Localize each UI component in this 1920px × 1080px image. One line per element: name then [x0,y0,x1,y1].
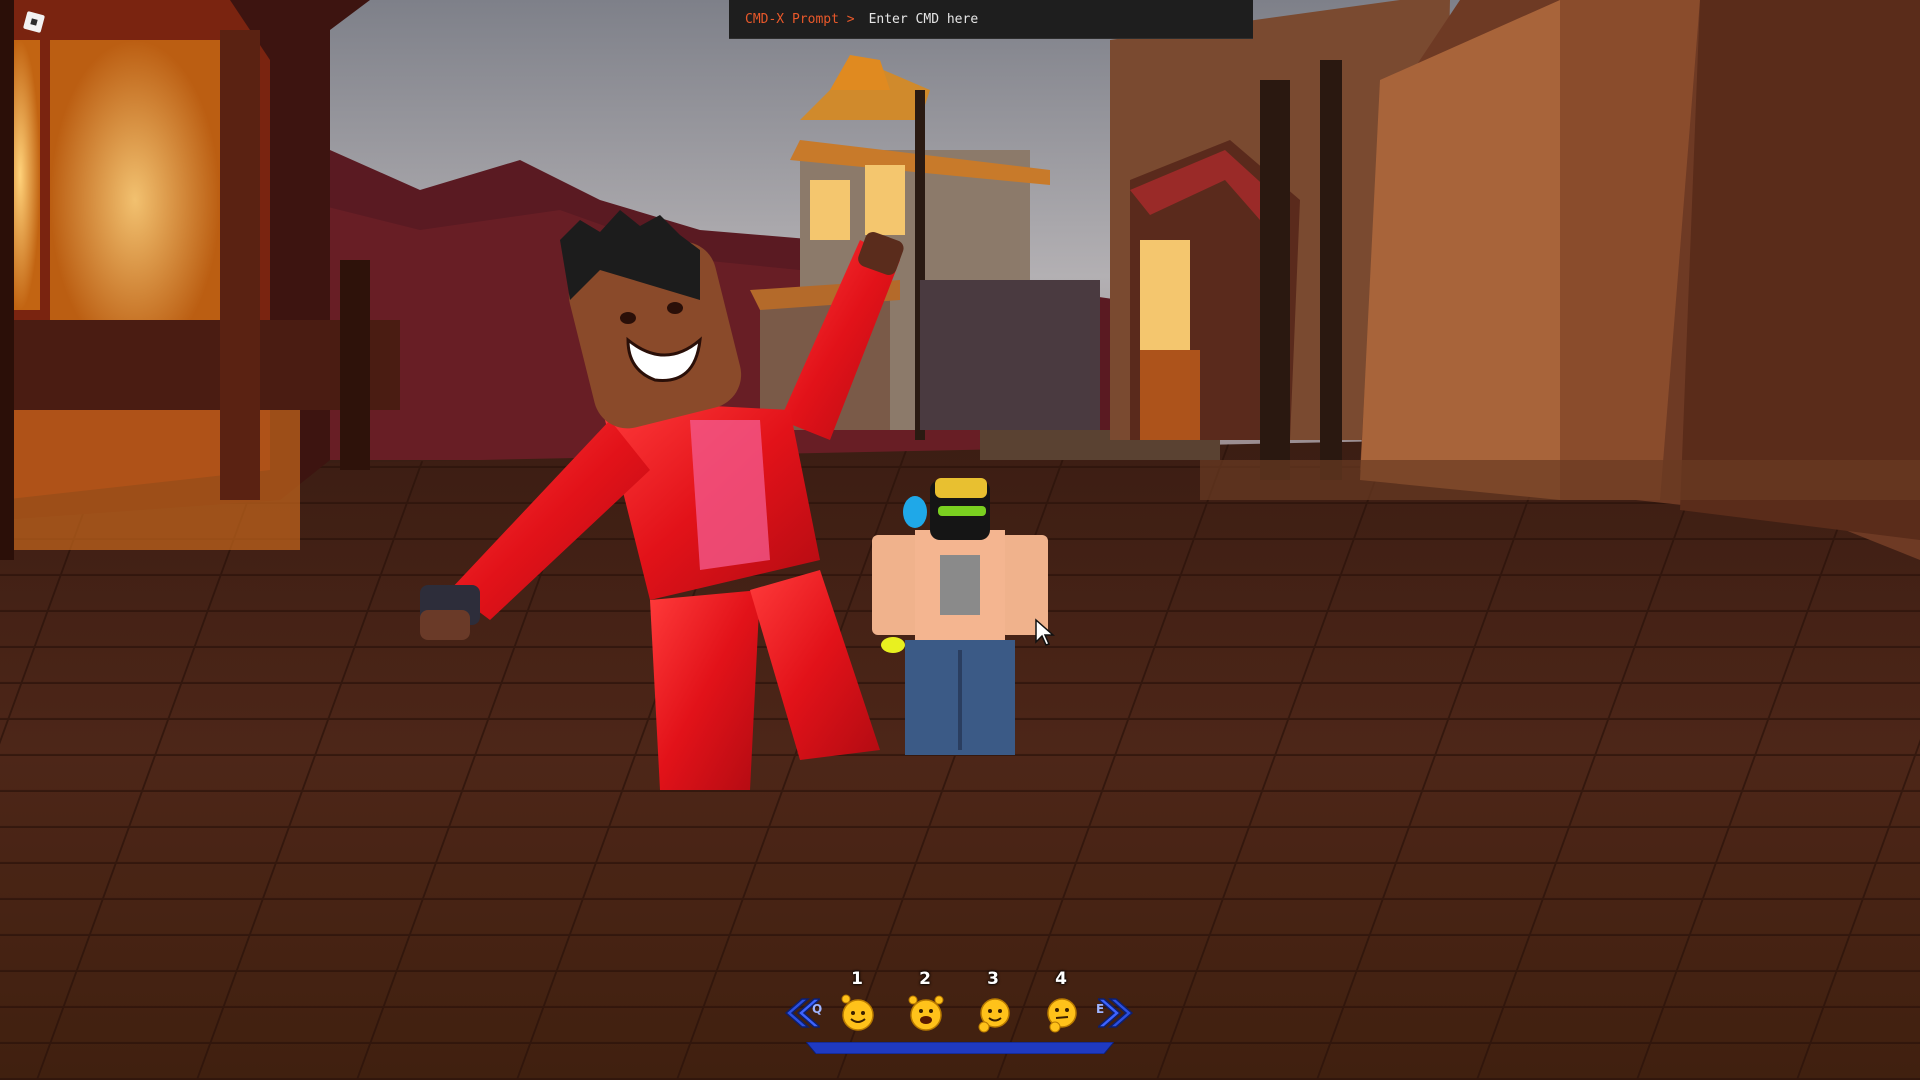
emote-slot-1[interactable]: 1 [826,965,888,1037]
emote-slot-number: 4 [1055,969,1067,989]
emote-slot-number: 2 [919,969,931,989]
roblox-menu-button[interactable] [20,8,48,36]
emote-prev-key: Q [812,1002,823,1016]
cmd-prompt-bar: CMD-X Prompt > [729,0,1253,39]
emote-slot-number: 1 [851,969,863,989]
emote-next-button[interactable] [1098,995,1138,1031]
emote-slot-number: 3 [987,969,999,989]
dancing-emote-icon [978,998,1010,1033]
emote-hotbar: Q 1 2 3 4 E [780,965,1140,1057]
emote-slot-4[interactable]: 4 [1030,965,1092,1037]
emote-bar-underline [806,1042,1114,1054]
cheering-emote-icon [908,995,944,1031]
game-viewport[interactable] [0,0,1920,1080]
cmd-prompt-label: CMD-X Prompt > [745,11,855,27]
cmd-input[interactable] [868,11,1229,27]
thinking-emote-icon [1047,998,1077,1033]
waving-emote-icon [841,994,874,1031]
chevron-double-right-icon [1098,998,1134,1028]
roblox-logo-icon [22,10,46,34]
mouse-cursor-icon [1035,618,1055,646]
emote-slot-2[interactable]: 2 [894,965,956,1037]
emote-slot-3[interactable]: 3 [962,965,1024,1037]
